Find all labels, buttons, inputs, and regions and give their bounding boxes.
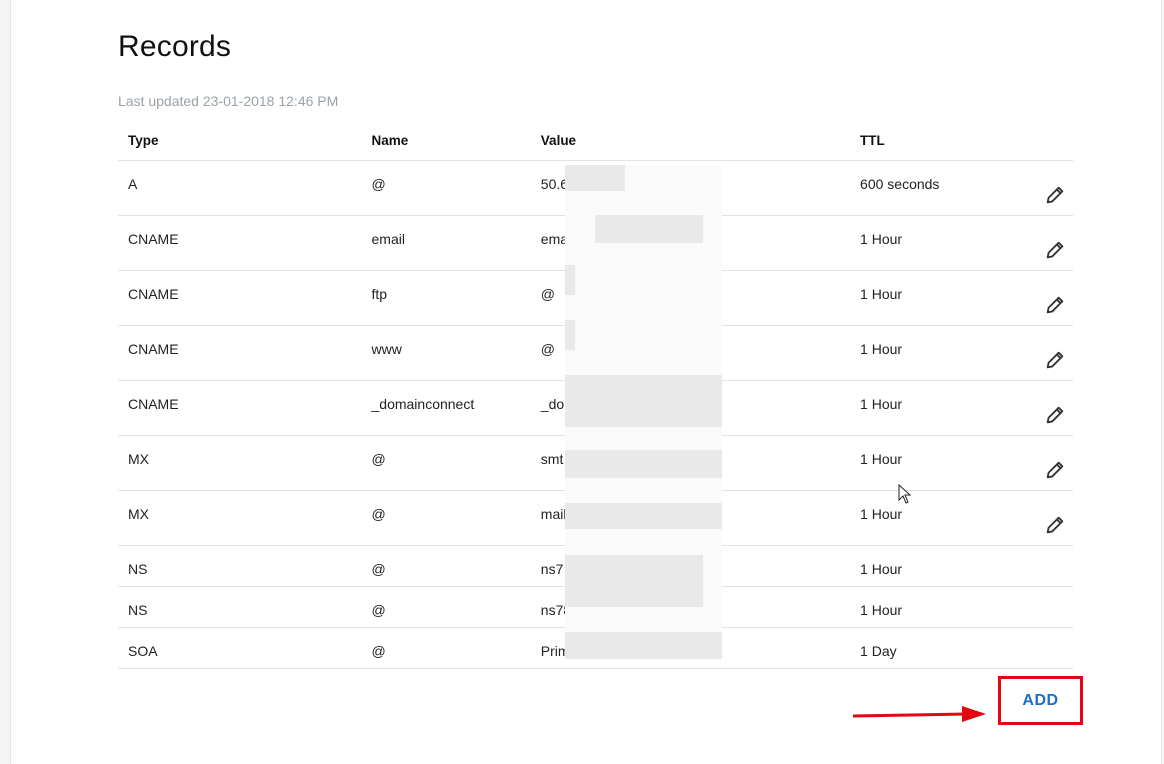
edit-cell [1027, 380, 1073, 436]
pencil-icon[interactable] [1044, 239, 1066, 261]
edit-cell [1027, 160, 1073, 216]
edit-cell [1027, 435, 1073, 491]
record-ttl: 1 Hour [850, 490, 1028, 546]
record-type: SOA [118, 627, 362, 669]
page-title: Records [118, 30, 232, 63]
edit-cell [1027, 325, 1073, 381]
record-ttl: 1 Hour [850, 586, 1028, 628]
record-ttl: 1 Hour [850, 270, 1028, 326]
pencil-icon[interactable] [1044, 514, 1066, 536]
add-button-highlight: ADD [998, 676, 1083, 725]
record-type: NS [118, 586, 362, 628]
header-name: Name [361, 121, 531, 161]
record-type: CNAME [118, 325, 362, 381]
header-value: Value [530, 121, 851, 161]
record-type: CNAME [118, 380, 362, 436]
record-ttl: 600 seconds [850, 160, 1028, 216]
header-actions [1027, 121, 1073, 161]
record-type: CNAME [118, 215, 362, 271]
add-record-button[interactable]: ADD [1016, 691, 1064, 711]
edit-cell [1027, 627, 1073, 669]
record-name: @ [361, 586, 531, 628]
pencil-icon[interactable] [1044, 459, 1066, 481]
pencil-icon[interactable] [1044, 349, 1066, 371]
table-header-row: Type Name Value TTL [118, 121, 1073, 161]
edit-cell [1027, 215, 1073, 271]
record-name: @ [361, 160, 531, 216]
record-name: @ [361, 435, 531, 491]
edit-cell [1027, 545, 1073, 587]
record-name: www [361, 325, 531, 381]
mouse-cursor-icon [898, 484, 912, 504]
record-ttl: 1 Day [850, 627, 1028, 669]
header-ttl: TTL [850, 121, 1028, 161]
record-type: A [118, 160, 362, 216]
record-type: CNAME [118, 270, 362, 326]
record-name: ftp [361, 270, 531, 326]
record-type: MX [118, 435, 362, 491]
record-ttl: 1 Hour [850, 380, 1028, 436]
header-type: Type [118, 121, 362, 161]
red-arrow-annotation [852, 706, 986, 722]
record-type: MX [118, 490, 362, 546]
record-ttl: 1 Hour [850, 325, 1028, 381]
record-name: @ [361, 490, 531, 546]
record-ttl: 1 Hour [850, 215, 1028, 271]
record-ttl: 1 Hour [850, 435, 1028, 491]
record-type: NS [118, 545, 362, 587]
record-ttl: 1 Hour [850, 545, 1028, 587]
record-name: @ [361, 545, 531, 587]
edit-cell [1027, 490, 1073, 546]
edit-cell [1027, 270, 1073, 326]
pencil-icon[interactable] [1044, 294, 1066, 316]
record-name: _domainconnect [361, 380, 531, 436]
record-name: email [361, 215, 531, 271]
pencil-icon[interactable] [1044, 184, 1066, 206]
redaction-mask [565, 165, 722, 659]
record-name: @ [361, 627, 531, 669]
pencil-icon[interactable] [1044, 404, 1066, 426]
last-updated-text: Last updated 23-01-2018 12:46 PM [118, 93, 339, 109]
edit-cell [1027, 586, 1073, 628]
